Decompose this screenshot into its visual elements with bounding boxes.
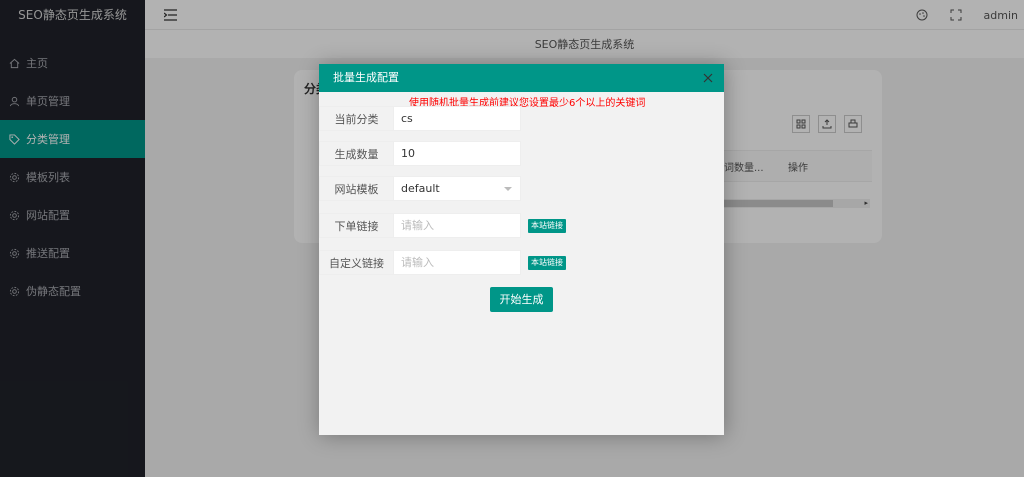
close-icon[interactable] bbox=[702, 64, 714, 92]
custom-link-row: 自定义链接 请输入 本站链接 bbox=[319, 250, 566, 275]
order-link-field[interactable]: 请输入 bbox=[393, 213, 521, 238]
template-value: default bbox=[401, 182, 440, 195]
order-site-link-button[interactable]: 本站链接 bbox=[528, 218, 566, 233]
template-select[interactable]: default bbox=[393, 176, 521, 201]
custom-link-field[interactable]: 请输入 bbox=[393, 250, 521, 275]
category-field[interactable]: cs bbox=[393, 106, 521, 131]
start-generate-button[interactable]: 开始生成 bbox=[490, 287, 553, 312]
batch-generate-dialog: 批量生成配置 使用随机批量生成前建议您设置最少6个以上的关键词 当前分类 cs … bbox=[319, 64, 724, 435]
category-label: 当前分类 bbox=[319, 106, 393, 131]
count-label: 生成数量 bbox=[319, 141, 393, 166]
count-row: 生成数量 10 bbox=[319, 141, 521, 166]
template-label: 网站模板 bbox=[319, 176, 393, 201]
dialog-title: 批量生成配置 bbox=[333, 71, 399, 84]
order-link-label: 下单链接 bbox=[319, 213, 393, 238]
category-row: 当前分类 cs bbox=[319, 106, 521, 131]
order-link-row: 下单链接 请输入 本站链接 bbox=[319, 213, 566, 238]
custom-link-label: 自定义链接 bbox=[319, 250, 393, 275]
chevron-down-icon bbox=[504, 187, 512, 191]
count-field[interactable]: 10 bbox=[393, 141, 521, 166]
custom-site-link-button[interactable]: 本站链接 bbox=[528, 255, 566, 270]
template-row: 网站模板 default bbox=[319, 176, 521, 201]
dialog-header: 批量生成配置 bbox=[319, 64, 724, 92]
